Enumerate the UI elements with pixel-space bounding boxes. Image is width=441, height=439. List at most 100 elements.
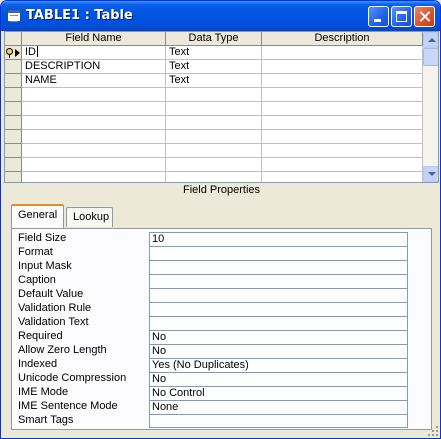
data-type-cell[interactable] [166,88,262,102]
empty-table-row [5,130,423,144]
field-name-cell[interactable] [22,88,166,102]
data-type-cell[interactable] [166,102,262,116]
property-value-field[interactable]: None [149,400,408,414]
property-row: Format [18,246,412,260]
field-name-cell[interactable] [22,172,166,182]
resize-grip[interactable] [426,424,440,438]
field-name-cell[interactable] [22,144,166,158]
general-properties-panel: Field Size 10 Format Input Mask Caption Defau… [11,228,432,430]
description-cell[interactable] [262,172,423,182]
property-row: Validation Rule [18,302,412,316]
row-selector[interactable] [5,116,22,130]
field-name-cell[interactable] [22,116,166,130]
row-selector[interactable] [5,60,22,74]
field-name-cell[interactable] [22,102,166,116]
property-row: IME Sentence Mode None [18,400,412,414]
row-selector[interactable] [5,158,22,172]
property-value-field[interactable] [149,414,408,428]
description-cell[interactable] [262,46,423,60]
row-selector[interactable] [5,130,22,144]
data-type-cell[interactable] [166,116,262,130]
property-value-field[interactable] [149,260,408,274]
field-properties-title: Field Properties [182,184,261,196]
property-label: Caption [18,274,56,286]
property-value-field[interactable]: No [149,330,408,344]
data-type-cell[interactable] [166,172,262,182]
header-selector-corner[interactable] [5,32,22,46]
property-label: IME Mode [18,386,69,398]
property-value-field[interactable] [149,316,408,330]
maximize-icon [396,11,407,22]
row-selector[interactable] [5,144,22,158]
table-row: NAME Text [5,74,423,88]
scroll-up-button[interactable] [423,32,438,48]
property-label: Default Value [18,288,84,300]
property-value-field[interactable]: 10 [149,232,408,246]
property-value-field[interactable]: No [149,344,408,358]
data-type-cell[interactable]: Text [166,60,262,74]
column-header-field-name[interactable]: Field Name [22,32,166,46]
grid-header: Field Name Data Type Description [5,32,423,46]
row-selector[interactable] [5,88,22,102]
property-label: Allow Zero Length [18,344,107,356]
data-type-cell[interactable]: Text [166,46,262,60]
empty-table-row [5,102,423,116]
description-cell[interactable] [262,158,423,172]
property-value-field[interactable] [149,302,408,316]
property-row: Input Mask [18,260,412,274]
close-button[interactable] [414,6,435,27]
description-cell[interactable] [262,88,423,102]
empty-table-row [5,88,423,102]
column-header-data-type[interactable]: Data Type [166,32,262,46]
field-name-cell[interactable]: NAME [22,74,166,88]
close-icon [415,7,434,26]
row-selector[interactable] [5,172,22,182]
description-cell[interactable] [262,116,423,130]
scroll-down-button[interactable] [423,166,438,182]
row-selector[interactable] [5,46,22,60]
description-cell[interactable] [262,74,423,88]
property-label: Smart Tags [18,414,74,426]
description-cell[interactable] [262,102,423,116]
maximize-button[interactable] [391,6,412,27]
table-icon[interactable] [7,9,21,22]
property-value-field[interactable]: Yes (No Duplicates) [149,358,408,372]
grid-vertical-scrollbar[interactable] [423,32,438,182]
minimize-button[interactable] [368,6,389,27]
property-label: Unicode Compression [18,372,127,384]
data-type-cell[interactable] [166,158,262,172]
property-value-field[interactable] [149,246,408,260]
property-value-field[interactable]: No Control [149,386,408,400]
field-name-cell[interactable]: ID [22,46,166,60]
tab-general[interactable]: General [11,204,64,228]
property-value-field[interactable] [149,274,408,288]
tab-lookup[interactable]: Lookup [66,207,113,227]
property-label: Required [18,330,63,342]
field-name-cell[interactable] [22,130,166,144]
scroll-thumb[interactable] [423,48,438,66]
description-cell[interactable] [262,144,423,158]
minimize-icon [374,19,381,22]
data-type-cell[interactable] [166,130,262,144]
property-row: Smart Tags [18,414,412,428]
current-row-arrow-icon [15,49,20,57]
table-design-window: TABLE1 : Table Field Name Data Type Desc… [0,0,441,439]
field-name-cell[interactable]: DESCRIPTION [22,60,166,74]
property-value-field[interactable]: No [149,372,408,386]
property-row: Indexed Yes (No Duplicates) [18,358,412,372]
property-label: Indexed [18,358,58,370]
description-cell[interactable] [262,130,423,144]
field-name-cell[interactable] [22,158,166,172]
row-selector[interactable] [5,74,22,88]
property-label: Validation Text [18,316,89,328]
property-label: Validation Rule [18,302,92,314]
column-header-description[interactable]: Description [262,32,423,46]
data-type-cell[interactable]: Text [166,74,262,88]
description-cell[interactable] [262,60,423,74]
data-type-cell[interactable] [166,144,262,158]
property-value-field[interactable] [149,288,408,302]
text-caret [37,46,38,57]
property-row: Required No [18,330,412,344]
title-bar[interactable]: TABLE1 : Table [1,1,440,31]
row-selector[interactable] [5,102,22,116]
